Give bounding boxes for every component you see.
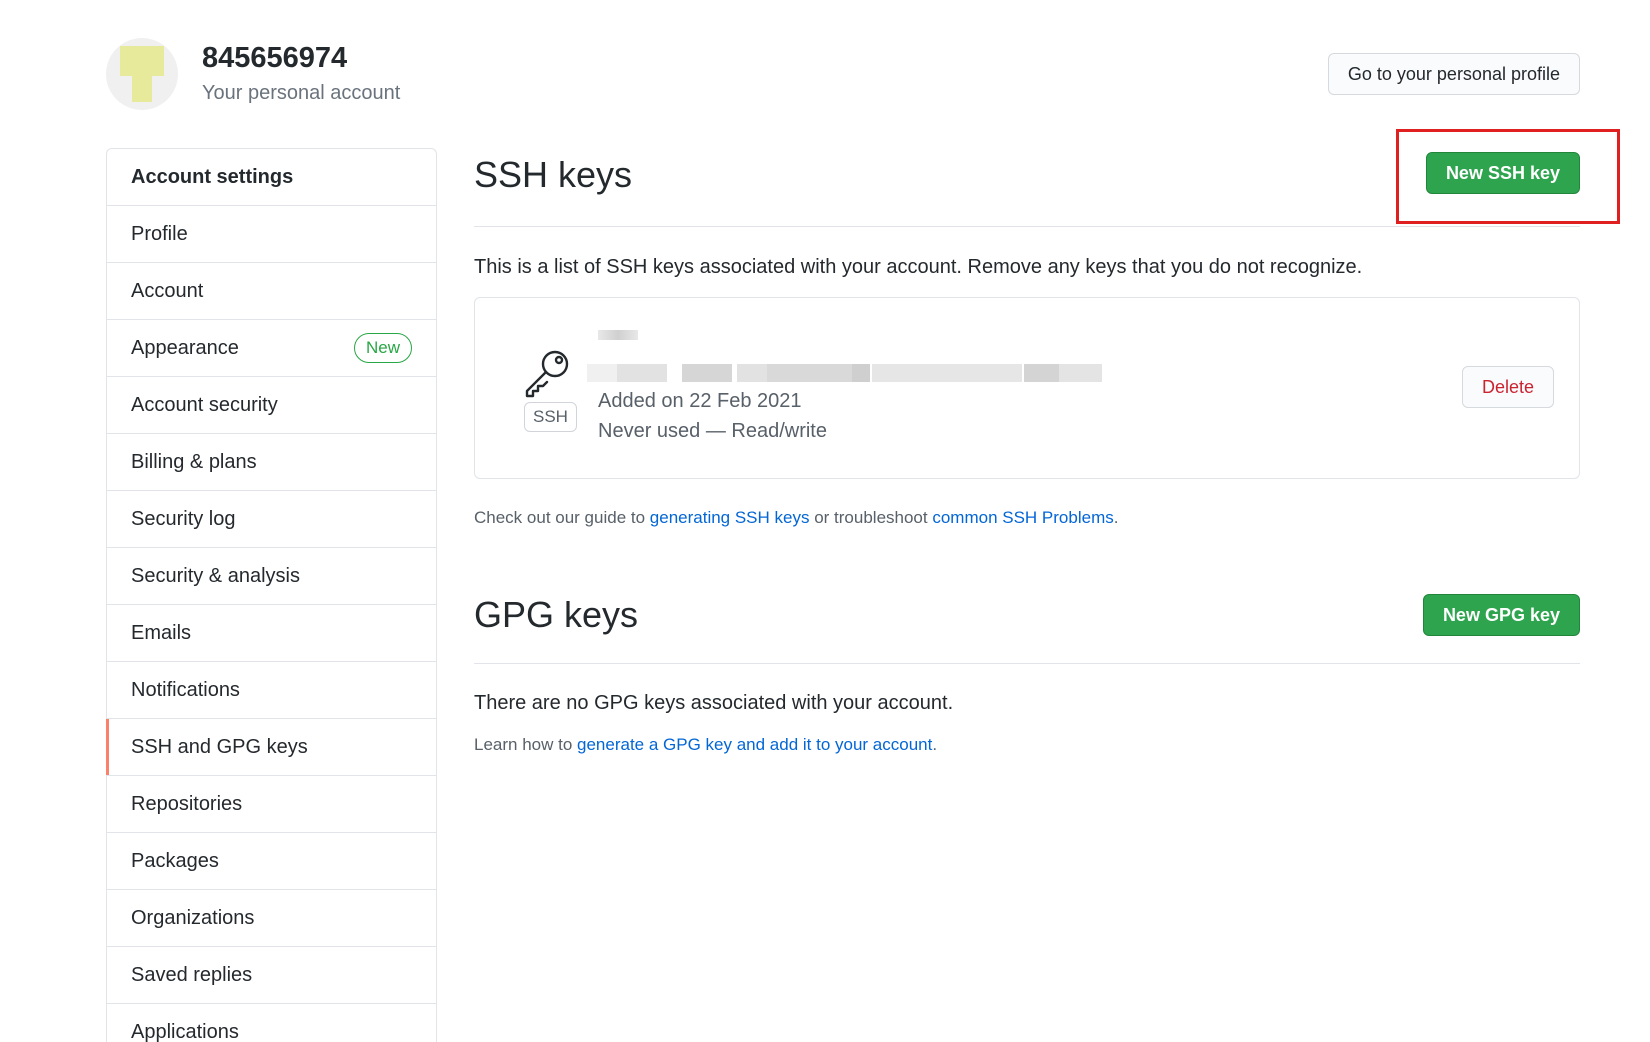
gpg-section-header: GPG keys New GPG key bbox=[474, 592, 1580, 664]
sidebar-item-label: Repositories bbox=[131, 792, 243, 815]
account-header: 845656974 Your personal account Go to yo… bbox=[106, 38, 1580, 112]
sidebar-item-label: Packages bbox=[131, 849, 219, 872]
ssh-intro-text: This is a list of SSH keys associated wi… bbox=[474, 256, 1363, 278]
sidebar-item-label: Emails bbox=[131, 621, 192, 644]
sidebar-item-label: Account bbox=[131, 279, 204, 302]
no-gpg-keys-text: There are no GPG keys associated with yo… bbox=[474, 692, 954, 714]
ssh-section-header: SSH keys New SSH key bbox=[474, 129, 1620, 227]
sidebar-item-emails[interactable]: Emails bbox=[107, 605, 436, 662]
sidebar-item-repositories[interactable]: Repositories bbox=[107, 776, 436, 833]
sidebar-item-security-analysis[interactable]: Security & analysis bbox=[107, 548, 436, 605]
sidebar-item-profile[interactable]: Profile bbox=[107, 206, 436, 263]
new-badge: New bbox=[353, 333, 412, 363]
account-type: Your personal account bbox=[202, 82, 401, 104]
sidebar-item-label: Appearance bbox=[131, 336, 239, 359]
learn-suffix: . bbox=[932, 735, 938, 754]
guide-suffix: . bbox=[1113, 508, 1119, 527]
sidebar-item-ssh-gpg-keys[interactable]: SSH and GPG keys bbox=[106, 719, 436, 776]
learn-prefix: Learn how to bbox=[474, 735, 578, 754]
sidebar-item-label: SSH and GPG keys bbox=[131, 735, 308, 758]
sidebar-item-label: Billing & plans bbox=[131, 450, 257, 473]
ssh-keys-section: SSH keys New SSH key This is a list of S… bbox=[474, 129, 1620, 528]
settings-page: 845656974 Your personal account Go to yo… bbox=[0, 0, 1650, 1042]
sidebar-item-account[interactable]: Account bbox=[107, 263, 436, 320]
sidebar-item-label: Saved replies bbox=[131, 963, 253, 986]
sidebar-item-label: Profile bbox=[131, 222, 188, 245]
sidebar-item-organizations[interactable]: Organizations bbox=[107, 890, 436, 947]
sidebar-item-saved-replies[interactable]: Saved replies bbox=[107, 947, 436, 1004]
sidebar-item-notifications[interactable]: Notifications bbox=[107, 662, 436, 719]
sidebar-item-account-security[interactable]: Account security bbox=[107, 377, 436, 434]
sidebar-item-label: Account security bbox=[131, 393, 278, 416]
delete-key-button[interactable]: Delete bbox=[1461, 366, 1554, 408]
sidebar-item-label: Notifications bbox=[131, 678, 240, 701]
annotation-highlight-box bbox=[1396, 129, 1620, 224]
go-to-profile-button[interactable]: Go to your personal profile bbox=[1327, 53, 1580, 95]
sidebar-item-billing[interactable]: Billing & plans bbox=[107, 434, 436, 491]
sidebar-item-appearance[interactable]: Appearance New bbox=[107, 320, 436, 377]
redacted-fingerprint bbox=[587, 364, 1102, 382]
common-ssh-problems-link[interactable]: common SSH Problems bbox=[932, 508, 1113, 527]
ssh-guide-text: Check out our guide to generating SSH ke… bbox=[474, 508, 1580, 528]
gpg-keys-section: GPG keys New GPG key There are no GPG ke… bbox=[474, 592, 1580, 755]
gpg-learn-text: Learn how to generate a GPG key and add … bbox=[474, 735, 1580, 755]
guide-middle: or troubleshoot bbox=[809, 508, 933, 527]
sidebar-item-label: Applications bbox=[131, 1020, 239, 1042]
main-content: SSH keys New SSH key This is a list of S… bbox=[474, 129, 1620, 755]
ssh-key-entry: SSH Added on 22 Feb 2021 Never used — Re… bbox=[474, 297, 1580, 479]
sidebar-item-packages[interactable]: Packages bbox=[107, 833, 436, 890]
sidebar-item-security-log[interactable]: Security log bbox=[107, 491, 436, 548]
generate-gpg-key-link[interactable]: generate a GPG key and add it to your ac… bbox=[577, 735, 932, 754]
key-added-date: Added on 22 Feb 2021 bbox=[598, 390, 802, 412]
sidebar-heading: Account settings bbox=[107, 149, 436, 206]
gpg-keys-title: GPG keys bbox=[474, 594, 639, 635]
ssh-keys-title: SSH keys bbox=[474, 154, 633, 195]
sidebar-item-applications[interactable]: Applications bbox=[107, 1004, 436, 1042]
avatar[interactable] bbox=[106, 38, 178, 110]
username: 845656974 bbox=[202, 42, 348, 74]
key-icon bbox=[525, 350, 569, 398]
sidebar-item-label: Security log bbox=[131, 507, 236, 530]
redacted-key-title bbox=[598, 330, 638, 340]
ssh-type-label: SSH bbox=[524, 402, 577, 432]
generating-ssh-keys-link[interactable]: generating SSH keys bbox=[650, 508, 810, 527]
key-usage: Never used — Read/write bbox=[598, 420, 827, 442]
new-gpg-key-button[interactable]: New GPG key bbox=[1422, 594, 1580, 636]
sidebar-item-label: Organizations bbox=[131, 906, 255, 929]
settings-sidebar: Account settings Profile Account Appeara… bbox=[106, 148, 437, 1042]
guide-prefix: Check out our guide to bbox=[474, 508, 650, 527]
sidebar-item-label: Security & analysis bbox=[131, 564, 300, 587]
